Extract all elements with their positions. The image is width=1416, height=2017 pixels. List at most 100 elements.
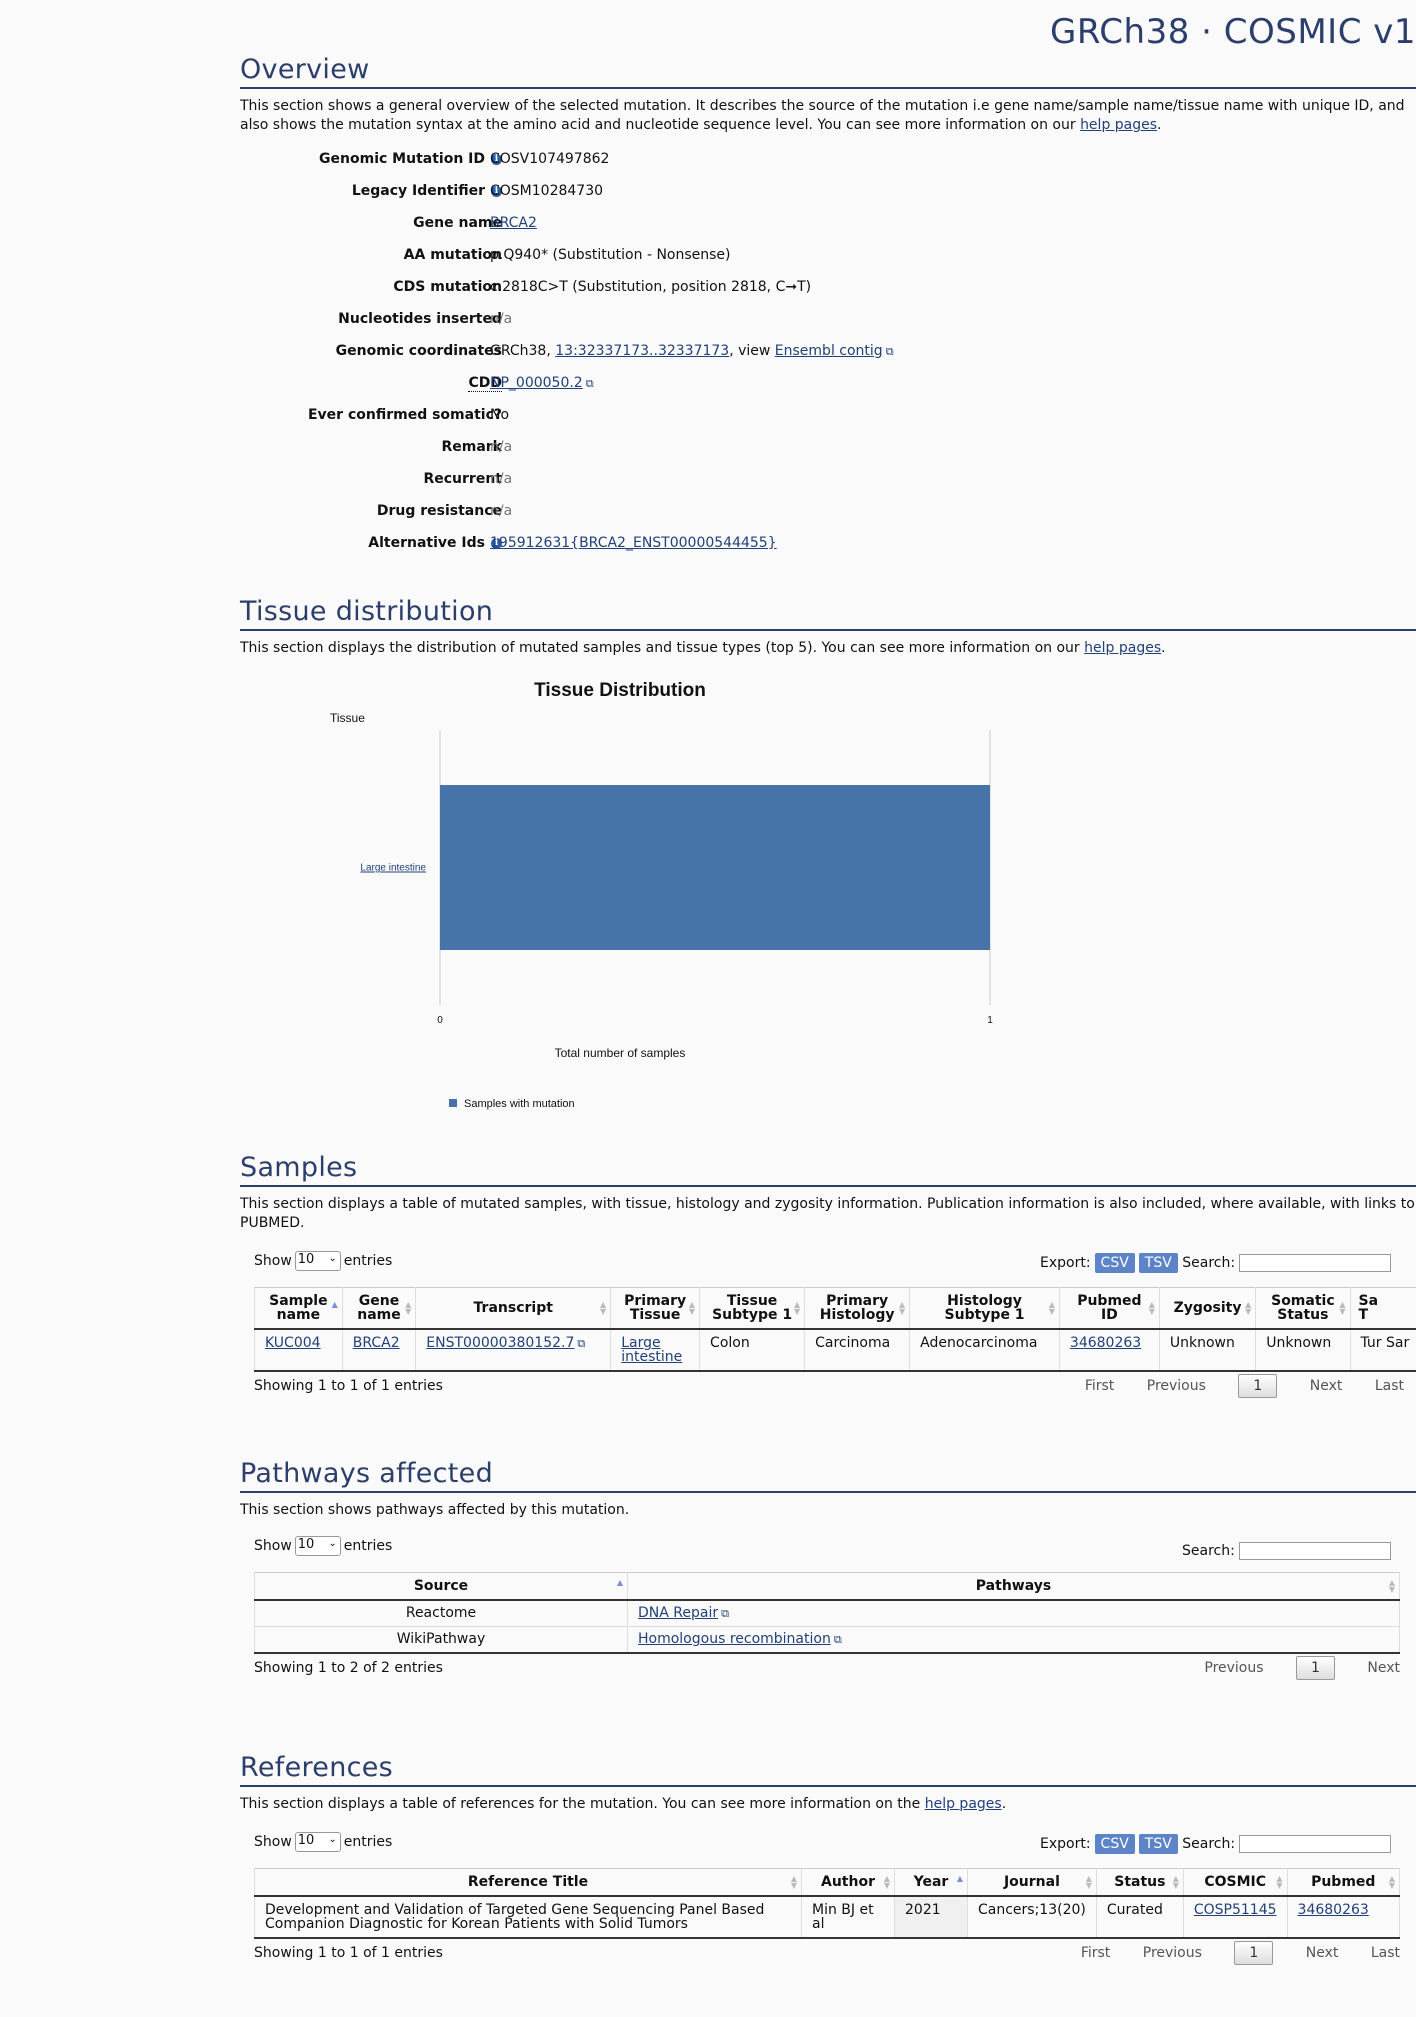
cell-year: 2021 (894, 1896, 968, 1939)
col-somatic-status[interactable]: Somatic Status ▲ ▼ (1255, 1287, 1351, 1330)
references-controls: Show 10 ⌄ entries Export: CSV TSV Search: (254, 1828, 1400, 1868)
references-help-pages-link[interactable]: help pages (925, 1796, 1002, 1812)
col-status[interactable]: Status ▲ ▼ (1095, 1868, 1184, 1897)
first-page-button[interactable]: First (1081, 1945, 1110, 1961)
export-csv-button[interactable]: CSV (1094, 1834, 1135, 1854)
col-author[interactable]: Author ▲ ▼ (801, 1868, 895, 1897)
next-page-button[interactable]: Next (1306, 1945, 1339, 1961)
col-transcript[interactable]: Transcript ▲ ▼ (415, 1287, 612, 1330)
col-histology-subtype[interactable]: Histology Subtype 1 ▲ ▼ (909, 1287, 1060, 1330)
references-search-input[interactable] (1239, 1835, 1392, 1853)
col-sample-name[interactable]: Sample name ▲ (254, 1287, 343, 1330)
pathways-search-input[interactable] (1238, 1542, 1391, 1560)
pathway-link[interactable]: DNA Repair (638, 1605, 718, 1621)
col-reference-title[interactable]: Reference Title ▲ ▼ (254, 1868, 802, 1897)
row-genomic-coordinates: Genomic coordinates GRCh38, 13:32337173.… (240, 343, 1416, 375)
previous-page-button[interactable]: Previous (1204, 1660, 1263, 1676)
references-footer: Showing 1 to 1 of 1 entries First Previo… (254, 1941, 1400, 1979)
bar-large-intestine (440, 785, 990, 950)
transcript-link[interactable]: ENST00000380152.7 (426, 1335, 574, 1351)
cosmic-link[interactable]: COSP51145 (1194, 1902, 1277, 1918)
row-gene-name: Gene name BRCA2 (240, 215, 1416, 247)
pathways-table: Source ▲ Pathways ▲ ▼ Reactome DNA Repair ⧉ … (254, 1572, 1400, 1654)
samples-search-input[interactable] (1239, 1254, 1392, 1272)
sort-icon: ▲ ▼ (600, 1300, 607, 1316)
pathways-page-size-select[interactable]: 10 ⌄ (294, 1536, 341, 1556)
col-zygosity[interactable]: Zygosity ▲ ▼ (1158, 1287, 1257, 1330)
sort-icon: ▲ ▼ (793, 1300, 801, 1316)
key-gene-name: Gene name (413, 215, 502, 231)
tissue-description: This section displays the distribution o… (240, 640, 1166, 656)
last-page-button[interactable]: Last (1371, 1945, 1400, 1961)
first-page-button[interactable]: First (1085, 1378, 1114, 1394)
row-aa-mutation: AA mutation p.Q940* (Substitution - Nons… (240, 247, 1416, 279)
next-page-button[interactable]: Next (1367, 1660, 1400, 1676)
col-primary-histology[interactable]: Primary Histology ▲ ▼ (804, 1287, 911, 1330)
value-remark: n/a (490, 439, 513, 455)
cell-somatic: Unknown (1255, 1329, 1351, 1372)
gene-name-link[interactable]: BRCA2 (490, 215, 537, 231)
page-1-button[interactable]: 1 (1238, 1374, 1278, 1398)
col-gene-name[interactable]: Gene name ▲ ▼ (341, 1287, 417, 1330)
legend-label: Samples with mutation (464, 1098, 575, 1110)
sort-asc-icon: ▲ (956, 1874, 963, 1883)
ensembl-contig-link[interactable]: Ensembl contig (775, 343, 883, 359)
last-page-button[interactable]: Last (1375, 1378, 1404, 1394)
chart-y-axis-label: Tissue (330, 711, 365, 725)
col-source[interactable]: Source ▲ (254, 1572, 628, 1601)
sample-link[interactable]: KUC004 (265, 1335, 321, 1351)
col-year[interactable]: Year ▲ (894, 1868, 968, 1897)
table-row: KUC004 BRCA2 ENST00000380152.7 ⧉ Large in… (254, 1329, 1416, 1372)
external-link-icon: ⧉ (577, 1337, 586, 1350)
col-journal[interactable]: Journal ▲ ▼ (967, 1868, 1097, 1897)
key-cds-mutation: CDS mutation (393, 279, 502, 295)
pathway-link[interactable]: Homologous recombination (638, 1631, 831, 1647)
export-tsv-button[interactable]: TSV (1138, 1253, 1178, 1273)
key-nucleotides-inserted: Nucleotides inserted (338, 311, 502, 327)
tissue-help-pages-link[interactable]: help pages (1084, 640, 1161, 656)
key-genomic-mutation-id: Genomic Mutation ID i (242, 151, 502, 167)
coordinates-link[interactable]: 13:32337173..32337173 (555, 343, 729, 359)
pubmed-link[interactable]: 34680263 (1298, 1902, 1369, 1918)
export-csv-button[interactable]: CSV (1094, 1253, 1135, 1273)
cdd-link[interactable]: NP_000050.2 (490, 375, 583, 391)
references-table: Reference Title ▲ ▼ Author ▲ ▼ Year ▲ Journal… (254, 1868, 1401, 1939)
value-genomic-mutation-id: COSV107497862 (490, 151, 610, 167)
key-ever-confirmed-somatic: Ever confirmed somatic? (307, 407, 502, 423)
page-1-button[interactable]: 1 (1234, 1941, 1274, 1965)
external-link-icon: ⧉ (585, 377, 594, 390)
col-pathways[interactable]: Pathways ▲ ▼ (627, 1572, 1400, 1601)
sort-icon: ▲ ▼ (1388, 1874, 1395, 1890)
samples-page-size-select[interactable]: 10 ⌄ (294, 1251, 341, 1271)
col-tissue-subtype[interactable]: Tissue Subtype 1 ▲ ▼ (699, 1287, 806, 1330)
references-page-size-select[interactable]: 10 ⌄ (294, 1832, 341, 1852)
col-sample-type[interactable]: Sa T (1349, 1287, 1416, 1330)
overview-details: Genomic Mutation ID i COSV107497862 Legac… (240, 151, 1416, 567)
col-pubmed[interactable]: Pubmed ▲ ▼ (1286, 1868, 1401, 1897)
col-primary-tissue[interactable]: Primary Tissue ▲ ▼ (610, 1287, 701, 1330)
tissue-link[interactable]: Large intestine (621, 1335, 682, 1365)
col-pubmed-id[interactable]: Pubmed ID ▲ ▼ (1058, 1287, 1160, 1330)
row-genomic-mutation-id: Genomic Mutation ID i COSV107497862 (240, 151, 1416, 183)
key-aa-mutation: AA mutation (403, 247, 502, 263)
help-pages-link[interactable]: help pages (1080, 117, 1157, 133)
samples-section: Samples This section displays a table of… (240, 1152, 1416, 1412)
alternative-id-link[interactable]: 195912631{BRCA2_ENST00000544455} (490, 535, 777, 551)
sort-icon: ▲ ▼ (883, 1874, 890, 1890)
table-row: Reactome DNA Repair ⧉ (254, 1600, 1400, 1627)
gene-link[interactable]: BRCA2 (353, 1335, 400, 1351)
previous-page-button[interactable]: Previous (1143, 1945, 1202, 1961)
references-info: Showing 1 to 1 of 1 entries (254, 1945, 443, 1961)
sort-icon: ▲ ▼ (1048, 1300, 1055, 1316)
legend-swatch (449, 1099, 457, 1107)
col-cosmic[interactable]: COSMIC ▲ ▼ (1182, 1868, 1288, 1897)
value-aa-mutation: p.Q940* (Substitution - Nonsense) (490, 247, 731, 263)
pathways-section: Pathways affected This section shows pat… (240, 1458, 1416, 1694)
key-legacy-identifier: Legacy Identifier i (242, 183, 502, 199)
sort-icon: ▲ ▼ (1388, 1578, 1395, 1594)
export-tsv-button[interactable]: TSV (1138, 1834, 1178, 1854)
next-page-button[interactable]: Next (1310, 1378, 1343, 1394)
previous-page-button[interactable]: Previous (1147, 1378, 1206, 1394)
page-1-button[interactable]: 1 (1296, 1656, 1335, 1680)
pubmed-link[interactable]: 34680263 (1070, 1335, 1141, 1351)
